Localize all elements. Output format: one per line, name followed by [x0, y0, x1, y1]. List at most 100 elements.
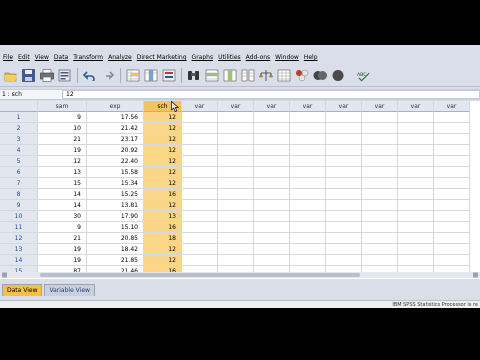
- cell-empty-var[interactable]: [254, 233, 290, 244]
- tab-data-view[interactable]: Data View: [2, 284, 43, 296]
- cell-sam[interactable]: 21: [38, 233, 87, 244]
- variables-icon[interactable]: [161, 68, 176, 83]
- cell-empty-var[interactable]: [254, 134, 290, 145]
- cell-empty-var[interactable]: [362, 145, 398, 156]
- cell-sam[interactable]: 15: [38, 178, 87, 189]
- cell-empty-var[interactable]: [182, 244, 218, 255]
- cell-sch[interactable]: 12: [144, 167, 182, 178]
- cell-empty-var[interactable]: [398, 156, 434, 167]
- cell-empty-var[interactable]: [398, 123, 434, 134]
- cell-empty-var[interactable]: [362, 233, 398, 244]
- cell-empty-var[interactable]: [290, 178, 326, 189]
- print-icon[interactable]: [39, 68, 54, 83]
- cell-empty-var[interactable]: [362, 222, 398, 233]
- open-folder-icon[interactable]: [3, 68, 18, 83]
- menu-file[interactable]: File: [3, 53, 13, 63]
- cell-empty-var[interactable]: [254, 244, 290, 255]
- cell-exp[interactable]: 20.92: [87, 145, 144, 156]
- cell-sch[interactable]: 12: [144, 244, 182, 255]
- cell-exp[interactable]: 17.90: [87, 211, 144, 222]
- menu-edit[interactable]: Edit: [18, 53, 30, 63]
- cell-empty-var[interactable]: [326, 200, 362, 211]
- weight-cases-icon[interactable]: [258, 68, 273, 83]
- cell-exp[interactable]: 15.34: [87, 178, 144, 189]
- scroll-left-arrow-icon[interactable]: [2, 272, 7, 278]
- cell-empty-var[interactable]: [182, 255, 218, 266]
- cell-empty-var[interactable]: [254, 167, 290, 178]
- cell-empty-var[interactable]: [434, 123, 470, 134]
- undo-icon[interactable]: [82, 68, 97, 83]
- cell-empty-var[interactable]: [362, 156, 398, 167]
- insert-variable-icon[interactable]: [222, 68, 237, 83]
- row-number[interactable]: 6: [0, 167, 38, 178]
- spelling-icon[interactable]: ABC: [356, 68, 371, 83]
- column-header-exp[interactable]: exp: [87, 101, 144, 112]
- menu-transform[interactable]: Transform: [73, 53, 103, 63]
- cell-empty-var[interactable]: [398, 134, 434, 145]
- horizontal-scrollbar[interactable]: [0, 272, 480, 278]
- cell-empty-var[interactable]: [218, 200, 254, 211]
- cell-empty-var[interactable]: [326, 244, 362, 255]
- column-header-sam[interactable]: sam: [38, 101, 87, 112]
- cell-empty-var[interactable]: [182, 145, 218, 156]
- cell-empty-var[interactable]: [326, 145, 362, 156]
- cell-empty-var[interactable]: [254, 255, 290, 266]
- cell-empty-var[interactable]: [290, 200, 326, 211]
- dialog-recall-icon[interactable]: [57, 68, 72, 83]
- cell-empty-var[interactable]: [326, 134, 362, 145]
- menu-graphs[interactable]: Graphs: [192, 53, 214, 63]
- cell-sam[interactable]: 10: [38, 123, 87, 134]
- cell-empty-var[interactable]: [434, 211, 470, 222]
- cell-empty-var[interactable]: [362, 112, 398, 123]
- cell-empty-var[interactable]: [182, 123, 218, 134]
- cell-sam[interactable]: 12: [38, 156, 87, 167]
- cell-empty-var[interactable]: [218, 222, 254, 233]
- cell-sch[interactable]: 16: [144, 189, 182, 200]
- cell-empty-var[interactable]: [362, 178, 398, 189]
- cell-empty-var[interactable]: [326, 255, 362, 266]
- cell-empty-var[interactable]: [290, 255, 326, 266]
- save-icon[interactable]: [21, 68, 36, 83]
- cell-empty-var[interactable]: [326, 112, 362, 123]
- cell-empty-var[interactable]: [254, 123, 290, 134]
- redo-icon[interactable]: [100, 68, 115, 83]
- cell-empty-var[interactable]: [362, 134, 398, 145]
- cell-exp[interactable]: 15.25: [87, 189, 144, 200]
- insert-cases-icon[interactable]: [204, 68, 219, 83]
- cell-empty-var[interactable]: [290, 123, 326, 134]
- cell-empty-var[interactable]: [254, 200, 290, 211]
- row-number[interactable]: 12: [0, 233, 38, 244]
- cell-empty-var[interactable]: [326, 178, 362, 189]
- cell-exp[interactable]: 23.17: [87, 134, 144, 145]
- cell-empty-var[interactable]: [254, 145, 290, 156]
- find-icon[interactable]: [186, 68, 201, 83]
- cell-empty-var[interactable]: [326, 123, 362, 134]
- cell-empty-var[interactable]: [182, 134, 218, 145]
- cell-empty-var[interactable]: [218, 134, 254, 145]
- column-header-var[interactable]: var: [182, 101, 218, 112]
- cell-empty-var[interactable]: [290, 145, 326, 156]
- cell-sam[interactable]: 19: [38, 145, 87, 156]
- cell-empty-var[interactable]: [218, 233, 254, 244]
- cell-empty-var[interactable]: [254, 222, 290, 233]
- cell-empty-var[interactable]: [326, 156, 362, 167]
- row-number[interactable]: 4: [0, 145, 38, 156]
- cell-empty-var[interactable]: [290, 222, 326, 233]
- row-number[interactable]: 14: [0, 255, 38, 266]
- cell-exp[interactable]: 21.85: [87, 255, 144, 266]
- cell-empty-var[interactable]: [326, 211, 362, 222]
- menu-view[interactable]: View: [35, 53, 49, 63]
- cell-empty-var[interactable]: [434, 112, 470, 123]
- cell-exp[interactable]: 13.81: [87, 200, 144, 211]
- cell-empty-var[interactable]: [218, 112, 254, 123]
- cell-empty-var[interactable]: [434, 244, 470, 255]
- cell-empty-var[interactable]: [398, 145, 434, 156]
- cell-sam[interactable]: 30: [38, 211, 87, 222]
- cell-empty-var[interactable]: [398, 200, 434, 211]
- split-file-icon[interactable]: [240, 68, 255, 83]
- cell-sch[interactable]: 18: [144, 233, 182, 244]
- cell-exp[interactable]: 17.56: [87, 112, 144, 123]
- cell-empty-var[interactable]: [398, 189, 434, 200]
- cell-empty-var[interactable]: [182, 233, 218, 244]
- cell-empty-var[interactable]: [362, 200, 398, 211]
